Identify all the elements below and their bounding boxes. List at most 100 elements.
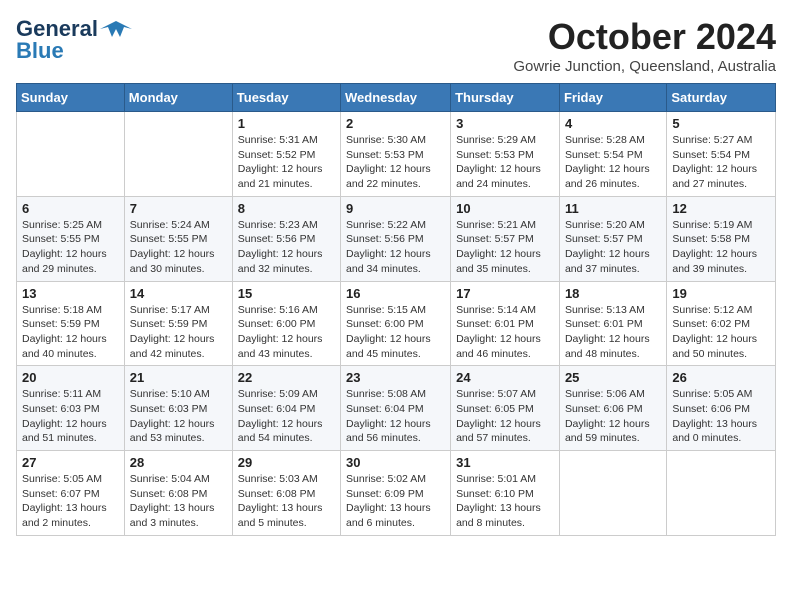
day-number: 8 bbox=[238, 201, 335, 216]
day-number: 5 bbox=[672, 116, 770, 131]
calendar-cell: 23 Sunrise: 5:08 AM Sunset: 6:04 PM Dayli… bbox=[341, 366, 451, 451]
calendar-cell: 17 Sunrise: 5:14 AM Sunset: 6:01 PM Dayli… bbox=[451, 281, 560, 366]
calendar-week-row: 27 Sunrise: 5:05 AM Sunset: 6:07 PM Dayli… bbox=[17, 451, 776, 536]
calendar-cell: 5 Sunrise: 5:27 AM Sunset: 5:54 PM Daylig… bbox=[667, 112, 776, 197]
day-number: 26 bbox=[672, 370, 770, 385]
day-info: Sunrise: 5:30 AM Sunset: 5:53 PM Dayligh… bbox=[346, 133, 445, 192]
calendar-day-header: Monday bbox=[124, 84, 232, 112]
logo-bird-icon bbox=[100, 19, 132, 39]
day-number: 15 bbox=[238, 286, 335, 301]
day-number: 11 bbox=[565, 201, 661, 216]
day-info: Sunrise: 5:24 AM Sunset: 5:55 PM Dayligh… bbox=[130, 218, 227, 277]
calendar-cell: 11Sunrise: 5:20 AM Sunset: 5:57 PM Dayli… bbox=[559, 196, 666, 281]
day-number: 25 bbox=[565, 370, 661, 385]
day-info: Sunrise: 5:18 AM Sunset: 5:59 PM Dayligh… bbox=[22, 303, 119, 362]
day-info: Sunrise: 5:17 AM Sunset: 5:59 PM Dayligh… bbox=[130, 303, 227, 362]
calendar-day-header: Saturday bbox=[667, 84, 776, 112]
calendar-day-header: Friday bbox=[559, 84, 666, 112]
calendar-cell: 9 Sunrise: 5:22 AM Sunset: 5:56 PM Daylig… bbox=[341, 196, 451, 281]
calendar-cell bbox=[559, 451, 666, 536]
calendar-cell bbox=[17, 112, 125, 197]
calendar-cell: 18Sunrise: 5:13 AM Sunset: 6:01 PM Dayli… bbox=[559, 281, 666, 366]
day-number: 13 bbox=[22, 286, 119, 301]
day-info: Sunrise: 5:05 AM Sunset: 6:06 PM Dayligh… bbox=[672, 387, 770, 446]
day-number: 29 bbox=[238, 455, 335, 470]
day-number: 17 bbox=[456, 286, 554, 301]
calendar-week-row: 20 Sunrise: 5:11 AM Sunset: 6:03 PM Dayli… bbox=[17, 366, 776, 451]
day-number: 27 bbox=[22, 455, 119, 470]
calendar-cell: 4Sunrise: 5:28 AM Sunset: 5:54 PM Daylig… bbox=[559, 112, 666, 197]
day-info: Sunrise: 5:11 AM Sunset: 6:03 PM Dayligh… bbox=[22, 387, 119, 446]
calendar-cell: 26 Sunrise: 5:05 AM Sunset: 6:06 PM Dayli… bbox=[667, 366, 776, 451]
calendar-cell: 3 Sunrise: 5:29 AM Sunset: 5:53 PM Daylig… bbox=[451, 112, 560, 197]
day-info: Sunrise: 5:14 AM Sunset: 6:01 PM Dayligh… bbox=[456, 303, 554, 362]
location-title: Gowrie Junction, Queensland, Australia bbox=[513, 58, 776, 75]
day-info: Sunrise: 5:03 AM Sunset: 6:08 PM Dayligh… bbox=[238, 472, 335, 531]
day-number: 3 bbox=[456, 116, 554, 131]
day-number: 18 bbox=[565, 286, 661, 301]
calendar-week-row: 13 Sunrise: 5:18 AM Sunset: 5:59 PM Dayli… bbox=[17, 281, 776, 366]
calendar-day-header: Sunday bbox=[17, 84, 125, 112]
day-number: 10 bbox=[456, 201, 554, 216]
day-info: Sunrise: 5:07 AM Sunset: 6:05 PM Dayligh… bbox=[456, 387, 554, 446]
logo-blue: Blue bbox=[16, 38, 64, 64]
day-number: 7 bbox=[130, 201, 227, 216]
calendar-cell: 8 Sunrise: 5:23 AM Sunset: 5:56 PM Daylig… bbox=[232, 196, 340, 281]
day-info: Sunrise: 5:25 AM Sunset: 5:55 PM Dayligh… bbox=[22, 218, 119, 277]
day-info: Sunrise: 5:21 AM Sunset: 5:57 PM Dayligh… bbox=[456, 218, 554, 277]
day-info: Sunrise: 5:29 AM Sunset: 5:53 PM Dayligh… bbox=[456, 133, 554, 192]
day-number: 23 bbox=[346, 370, 445, 385]
day-info: Sunrise: 5:31 AM Sunset: 5:52 PM Dayligh… bbox=[238, 133, 335, 192]
calendar-cell: 21Sunrise: 5:10 AM Sunset: 6:03 PM Dayli… bbox=[124, 366, 232, 451]
calendar-cell: 1Sunrise: 5:31 AM Sunset: 5:52 PM Daylig… bbox=[232, 112, 340, 197]
calendar-cell bbox=[667, 451, 776, 536]
calendar-cell: 24 Sunrise: 5:07 AM Sunset: 6:05 PM Dayli… bbox=[451, 366, 560, 451]
calendar-cell: 27 Sunrise: 5:05 AM Sunset: 6:07 PM Dayli… bbox=[17, 451, 125, 536]
calendar-week-row: 6Sunrise: 5:25 AM Sunset: 5:55 PM Daylig… bbox=[17, 196, 776, 281]
day-number: 2 bbox=[346, 116, 445, 131]
day-info: Sunrise: 5:22 AM Sunset: 5:56 PM Dayligh… bbox=[346, 218, 445, 277]
calendar-day-header: Wednesday bbox=[341, 84, 451, 112]
day-number: 20 bbox=[22, 370, 119, 385]
day-number: 30 bbox=[346, 455, 445, 470]
day-info: Sunrise: 5:09 AM Sunset: 6:04 PM Dayligh… bbox=[238, 387, 335, 446]
day-info: Sunrise: 5:06 AM Sunset: 6:06 PM Dayligh… bbox=[565, 387, 661, 446]
day-info: Sunrise: 5:23 AM Sunset: 5:56 PM Dayligh… bbox=[238, 218, 335, 277]
day-number: 28 bbox=[130, 455, 227, 470]
calendar-cell: 13 Sunrise: 5:18 AM Sunset: 5:59 PM Dayli… bbox=[17, 281, 125, 366]
day-number: 22 bbox=[238, 370, 335, 385]
calendar-cell: 7 Sunrise: 5:24 AM Sunset: 5:55 PM Daylig… bbox=[124, 196, 232, 281]
calendar-cell bbox=[124, 112, 232, 197]
day-number: 16 bbox=[346, 286, 445, 301]
day-info: Sunrise: 5:02 AM Sunset: 6:09 PM Dayligh… bbox=[346, 472, 445, 531]
calendar-cell: 28 Sunrise: 5:04 AM Sunset: 6:08 PM Dayli… bbox=[124, 451, 232, 536]
day-info: Sunrise: 5:05 AM Sunset: 6:07 PM Dayligh… bbox=[22, 472, 119, 531]
calendar-week-row: 1Sunrise: 5:31 AM Sunset: 5:52 PM Daylig… bbox=[17, 112, 776, 197]
calendar-body: 1Sunrise: 5:31 AM Sunset: 5:52 PM Daylig… bbox=[17, 112, 776, 536]
calendar-cell: 2 Sunrise: 5:30 AM Sunset: 5:53 PM Daylig… bbox=[341, 112, 451, 197]
calendar-cell: 31Sunrise: 5:01 AM Sunset: 6:10 PM Dayli… bbox=[451, 451, 560, 536]
calendar-cell: 20 Sunrise: 5:11 AM Sunset: 6:03 PM Dayli… bbox=[17, 366, 125, 451]
calendar-cell: 14Sunrise: 5:17 AM Sunset: 5:59 PM Dayli… bbox=[124, 281, 232, 366]
day-info: Sunrise: 5:04 AM Sunset: 6:08 PM Dayligh… bbox=[130, 472, 227, 531]
logo: General Blue bbox=[16, 16, 132, 64]
day-info: Sunrise: 5:19 AM Sunset: 5:58 PM Dayligh… bbox=[672, 218, 770, 277]
calendar-cell: 25 Sunrise: 5:06 AM Sunset: 6:06 PM Dayli… bbox=[559, 366, 666, 451]
calendar-cell: 12 Sunrise: 5:19 AM Sunset: 5:58 PM Dayli… bbox=[667, 196, 776, 281]
calendar-cell: 29 Sunrise: 5:03 AM Sunset: 6:08 PM Dayli… bbox=[232, 451, 340, 536]
calendar-cell: 16 Sunrise: 5:15 AM Sunset: 6:00 PM Dayli… bbox=[341, 281, 451, 366]
calendar-day-header: Tuesday bbox=[232, 84, 340, 112]
day-number: 12 bbox=[672, 201, 770, 216]
day-number: 31 bbox=[456, 455, 554, 470]
day-info: Sunrise: 5:27 AM Sunset: 5:54 PM Dayligh… bbox=[672, 133, 770, 192]
day-number: 24 bbox=[456, 370, 554, 385]
day-info: Sunrise: 5:15 AM Sunset: 6:00 PM Dayligh… bbox=[346, 303, 445, 362]
day-number: 9 bbox=[346, 201, 445, 216]
day-number: 19 bbox=[672, 286, 770, 301]
day-info: Sunrise: 5:16 AM Sunset: 6:00 PM Dayligh… bbox=[238, 303, 335, 362]
title-area: October 2024 Gowrie Junction, Queensland… bbox=[513, 16, 776, 75]
month-title: October 2024 bbox=[513, 16, 776, 58]
calendar-header-row: SundayMondayTuesdayWednesdayThursdayFrid… bbox=[17, 84, 776, 112]
day-info: Sunrise: 5:08 AM Sunset: 6:04 PM Dayligh… bbox=[346, 387, 445, 446]
day-number: 21 bbox=[130, 370, 227, 385]
